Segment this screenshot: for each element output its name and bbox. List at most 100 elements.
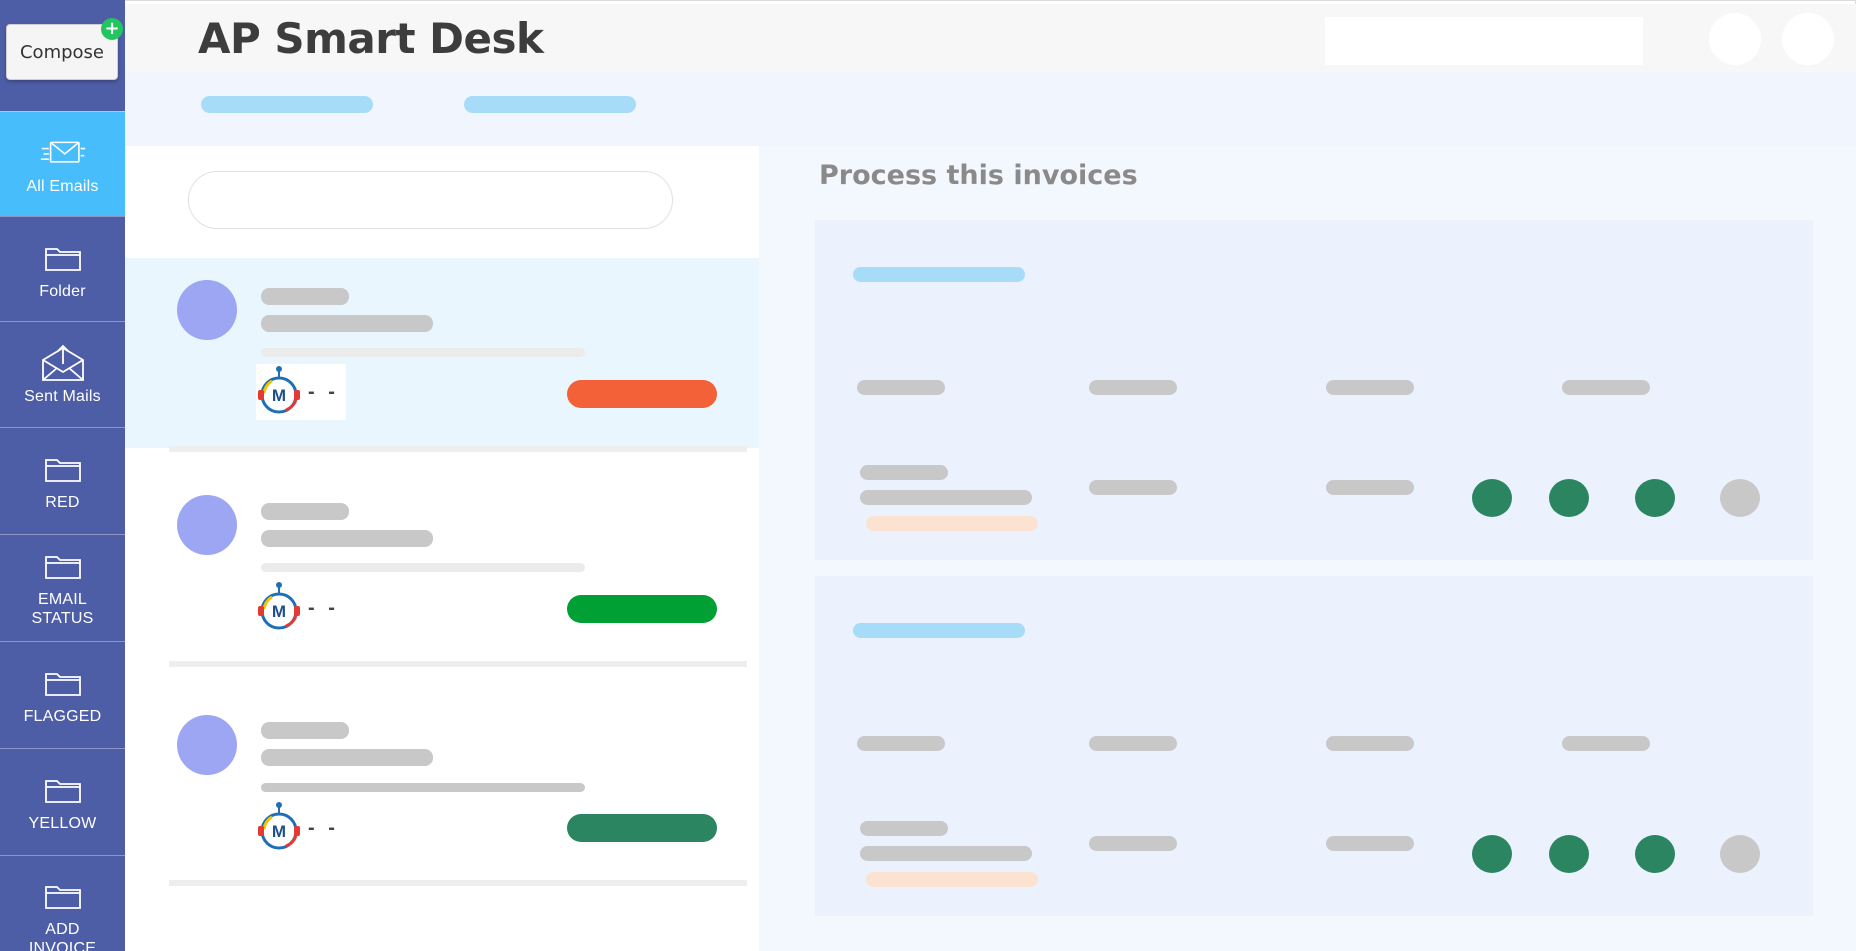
status-dot[interactable] bbox=[1720, 479, 1760, 517]
status-badge bbox=[567, 595, 717, 623]
row-skeleton bbox=[860, 821, 948, 836]
app-title: AP Smart Desk bbox=[198, 14, 544, 63]
status-badge bbox=[567, 814, 717, 842]
row-skeleton bbox=[1326, 836, 1414, 851]
sidebar-item-yellow[interactable]: YELLOW bbox=[0, 748, 125, 853]
status-dot[interactable] bbox=[1720, 835, 1760, 873]
row-skeleton bbox=[1326, 480, 1414, 495]
sidebar-item-label: Sent Mails bbox=[24, 387, 101, 405]
skeleton-line bbox=[261, 722, 349, 739]
sender-dash: - - bbox=[308, 816, 339, 839]
sidebar-item-label: ADD INVOICE bbox=[28, 921, 97, 951]
column-header-skeleton bbox=[1562, 380, 1650, 395]
email-list-item[interactable]: M - - bbox=[125, 258, 759, 448]
sender-logo: M - - bbox=[256, 800, 346, 856]
row-skeleton bbox=[860, 490, 1032, 505]
skeleton-line bbox=[261, 783, 585, 792]
column-header-skeleton bbox=[1326, 380, 1414, 395]
compose-label: Compose bbox=[19, 41, 104, 63]
status-dot[interactable] bbox=[1635, 835, 1675, 873]
m-logo-icon: M bbox=[256, 801, 302, 856]
skeleton-line bbox=[261, 530, 433, 547]
email-search-input[interactable] bbox=[188, 171, 673, 229]
skeleton-line bbox=[261, 288, 349, 305]
folder-icon bbox=[40, 449, 86, 489]
avatar bbox=[177, 715, 237, 775]
column-header-skeleton bbox=[857, 736, 945, 751]
email-list-item[interactable]: M - - bbox=[125, 692, 759, 882]
row-skeleton bbox=[860, 465, 948, 480]
column-header-skeleton bbox=[857, 380, 945, 395]
m-logo-icon: M bbox=[256, 581, 302, 636]
sender-dash: - - bbox=[308, 596, 339, 619]
tab-placeholder[interactable] bbox=[201, 96, 373, 113]
header-search-input[interactable] bbox=[1325, 17, 1643, 65]
sidebar-item-label: EMAIL STATUS bbox=[31, 591, 94, 627]
column-header-skeleton bbox=[1326, 736, 1414, 751]
folder-icon bbox=[40, 663, 86, 703]
list-divider bbox=[169, 880, 747, 886]
status-dot[interactable] bbox=[1472, 479, 1512, 517]
envelope-fast-icon bbox=[40, 133, 86, 173]
list-divider bbox=[169, 446, 747, 452]
skeleton-line bbox=[261, 503, 349, 520]
email-list-item[interactable]: M - - bbox=[125, 474, 759, 664]
status-dot[interactable] bbox=[1549, 479, 1589, 517]
row-skeleton bbox=[1089, 836, 1177, 851]
row-skeleton bbox=[860, 846, 1032, 861]
sender-logo: M - - bbox=[256, 364, 346, 420]
row-skeleton bbox=[866, 872, 1038, 887]
sender-logo: M - - bbox=[256, 580, 346, 636]
status-badge bbox=[567, 380, 717, 408]
status-dot[interactable] bbox=[1635, 479, 1675, 517]
header-circle-button[interactable] bbox=[1709, 13, 1761, 65]
sidebar-item-flagged[interactable]: FLAGGED bbox=[0, 641, 125, 746]
status-dot[interactable] bbox=[1472, 835, 1512, 873]
sidebar-item-label: RED bbox=[45, 493, 80, 511]
invoice-card bbox=[815, 576, 1813, 916]
folder-icon bbox=[40, 238, 86, 278]
plus-icon: + bbox=[101, 18, 123, 40]
folder-icon bbox=[40, 876, 86, 916]
invoice-card bbox=[815, 220, 1813, 560]
invoice-section-title: Process this invoices bbox=[819, 160, 1138, 191]
sender-dash: - - bbox=[308, 380, 339, 403]
tab-bar bbox=[125, 72, 1856, 146]
sidebar-item-all-emails[interactable]: All Emails bbox=[0, 111, 125, 216]
sidebar-item-sent-mails[interactable]: Sent Mails bbox=[0, 321, 125, 426]
column-header-skeleton bbox=[1089, 380, 1177, 395]
sidebar-item-email-status[interactable]: EMAIL STATUS bbox=[0, 534, 125, 639]
compose-button[interactable]: Compose + bbox=[6, 18, 123, 80]
status-dot[interactable] bbox=[1549, 835, 1589, 873]
envelope-open-icon bbox=[40, 343, 86, 383]
sidebar-item-add-invoice[interactable]: ADD INVOICE bbox=[0, 855, 125, 951]
invoice-card-title-skeleton bbox=[853, 623, 1025, 638]
sidebar-item-folder[interactable]: Folder bbox=[0, 216, 125, 321]
sidebar: Compose + All Emails Folder Sent Mails R… bbox=[0, 0, 125, 951]
row-skeleton bbox=[866, 516, 1038, 531]
profile-avatar-button[interactable] bbox=[1782, 13, 1834, 65]
sidebar-item-red[interactable]: RED bbox=[0, 427, 125, 532]
avatar bbox=[177, 495, 237, 555]
column-header-skeleton bbox=[1089, 736, 1177, 751]
m-logo-icon: M bbox=[256, 365, 302, 420]
tab-placeholder[interactable] bbox=[464, 96, 636, 113]
svg-text:M: M bbox=[272, 822, 286, 841]
sidebar-item-label: FLAGGED bbox=[23, 707, 102, 725]
skeleton-line bbox=[261, 749, 433, 766]
folder-icon bbox=[40, 770, 86, 810]
list-divider bbox=[169, 661, 747, 667]
avatar bbox=[177, 280, 237, 340]
skeleton-line bbox=[261, 563, 585, 572]
sidebar-item-label: Folder bbox=[39, 282, 86, 300]
sidebar-item-label: YELLOW bbox=[28, 814, 97, 832]
row-skeleton bbox=[1089, 480, 1177, 495]
svg-text:M: M bbox=[272, 386, 286, 405]
sidebar-item-label: All Emails bbox=[26, 177, 99, 195]
skeleton-line bbox=[261, 315, 433, 332]
invoice-card-title-skeleton bbox=[853, 267, 1025, 282]
folder-icon bbox=[40, 546, 86, 586]
column-header-skeleton bbox=[1562, 736, 1650, 751]
app-header: AP Smart Desk bbox=[125, 4, 1856, 72]
skeleton-line bbox=[261, 348, 585, 357]
